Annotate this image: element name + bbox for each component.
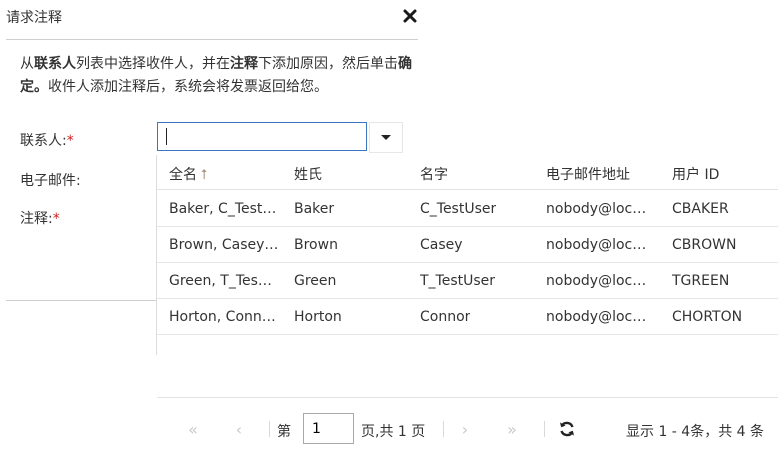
required-mark: * xyxy=(66,133,74,149)
comment-label: 注释:* xyxy=(20,208,60,228)
caret-down-icon xyxy=(381,135,391,140)
email-label: 电子邮件: xyxy=(20,173,81,189)
contact-input[interactable] xyxy=(157,122,367,151)
instructions-bold-comment: 注释 xyxy=(230,56,258,72)
instructions-text: 下添加原因，然后单击 xyxy=(258,56,398,72)
cell-first-name: T_TestUser xyxy=(420,273,496,289)
cell-first-name: Casey xyxy=(420,237,463,253)
table-row[interactable]: Green, T_Tes… Green T_TestUser nobody@lo… xyxy=(157,263,778,299)
cell-user-id: CHORTON xyxy=(672,309,743,325)
grid-header: 全名 ⭡ 姓氏 名字 电子邮件地址 用户 ID xyxy=(157,155,778,190)
prev-page-button[interactable]: ‹ xyxy=(229,420,249,439)
cell-email: nobody@loc… xyxy=(546,273,647,289)
paging-summary: 显示 1 - 4条，共 4 条 xyxy=(626,424,765,440)
cell-email: nobody@loc… xyxy=(546,237,647,253)
comment-label-text: 注释: xyxy=(20,211,53,227)
cell-last-name: Brown xyxy=(294,237,338,253)
cell-last-name: Baker xyxy=(294,201,335,217)
contact-dropdown-button[interactable] xyxy=(369,122,403,153)
close-button[interactable] xyxy=(400,6,420,26)
column-header-last-name[interactable]: 姓氏 xyxy=(294,164,322,184)
text-cursor xyxy=(166,128,167,145)
contact-label: 联系人:* xyxy=(20,130,74,150)
page-number-input[interactable] xyxy=(303,413,354,444)
dialog-title: 请求注释 xyxy=(6,10,62,26)
cell-user-id: CBROWN xyxy=(672,237,737,253)
form-divider xyxy=(6,300,158,301)
next-page-button[interactable]: › xyxy=(455,420,475,439)
contact-label-text: 联系人: xyxy=(20,133,67,149)
instructions-bold-contact: 联系人 xyxy=(34,56,76,72)
contact-list: 全名 ⭡ 姓氏 名字 电子邮件地址 用户 ID Baker, C_Test… Ba… xyxy=(156,155,778,355)
table-row[interactable]: Brown, Casey… Brown Casey nobody@loc… CB… xyxy=(157,227,778,263)
required-mark: * xyxy=(52,211,60,227)
column-header-full-name[interactable]: 全名 ⭡ xyxy=(169,164,208,184)
cell-full-name: Green, T_Tes… xyxy=(169,273,272,289)
cell-first-name: Connor xyxy=(420,309,471,325)
cell-full-name: Horton, Conn… xyxy=(169,309,276,325)
close-icon xyxy=(403,9,417,23)
page-prefix: 第 xyxy=(277,424,291,440)
table-row[interactable]: Baker, C_Test… Baker C_TestUser nobody@l… xyxy=(157,191,778,227)
instructions-text: 收件人添加注释后，系统会将发票返回给您。 xyxy=(48,79,328,95)
refresh-icon xyxy=(560,421,574,437)
page-count-text: 页,共 1 页 xyxy=(361,424,426,440)
first-page-button[interactable]: « xyxy=(183,420,203,439)
pager-divider xyxy=(157,397,778,398)
cell-last-name: Horton xyxy=(294,309,342,325)
cell-full-name: Brown, Casey… xyxy=(169,237,279,253)
refresh-button[interactable] xyxy=(557,419,577,439)
cell-email: nobody@loc… xyxy=(546,309,647,325)
cell-user-id: TGREEN xyxy=(672,273,730,289)
column-header-user-id[interactable]: 用户 ID xyxy=(672,164,719,184)
pager-separator xyxy=(443,421,444,437)
instructions-text: 从 xyxy=(20,56,34,72)
cell-last-name: Green xyxy=(294,273,337,289)
column-header-label: 全名 xyxy=(169,167,197,183)
cell-user-id: CBAKER xyxy=(672,201,729,217)
instructions-text: 列表中选择收件人，并在 xyxy=(76,56,230,72)
last-page-button[interactable]: » xyxy=(502,420,522,439)
column-header-email[interactable]: 电子邮件地址 xyxy=(546,164,630,184)
cell-email: nobody@loc… xyxy=(546,201,647,217)
cell-first-name: C_TestUser xyxy=(420,201,497,217)
table-row[interactable]: Horton, Conn… Horton Connor nobody@loc… … xyxy=(157,299,778,335)
cell-full-name: Baker, C_Test… xyxy=(169,201,277,217)
title-divider xyxy=(6,39,418,40)
pager-separator xyxy=(544,421,545,437)
pager-separator xyxy=(269,421,270,437)
column-header-first-name[interactable]: 名字 xyxy=(420,164,448,184)
sort-ascending-icon: ⭡ xyxy=(201,167,208,183)
instructions: 从联系人列表中选择收件人，并在注释下添加原因，然后单击确定。收件人添加注释后，系… xyxy=(20,53,412,99)
